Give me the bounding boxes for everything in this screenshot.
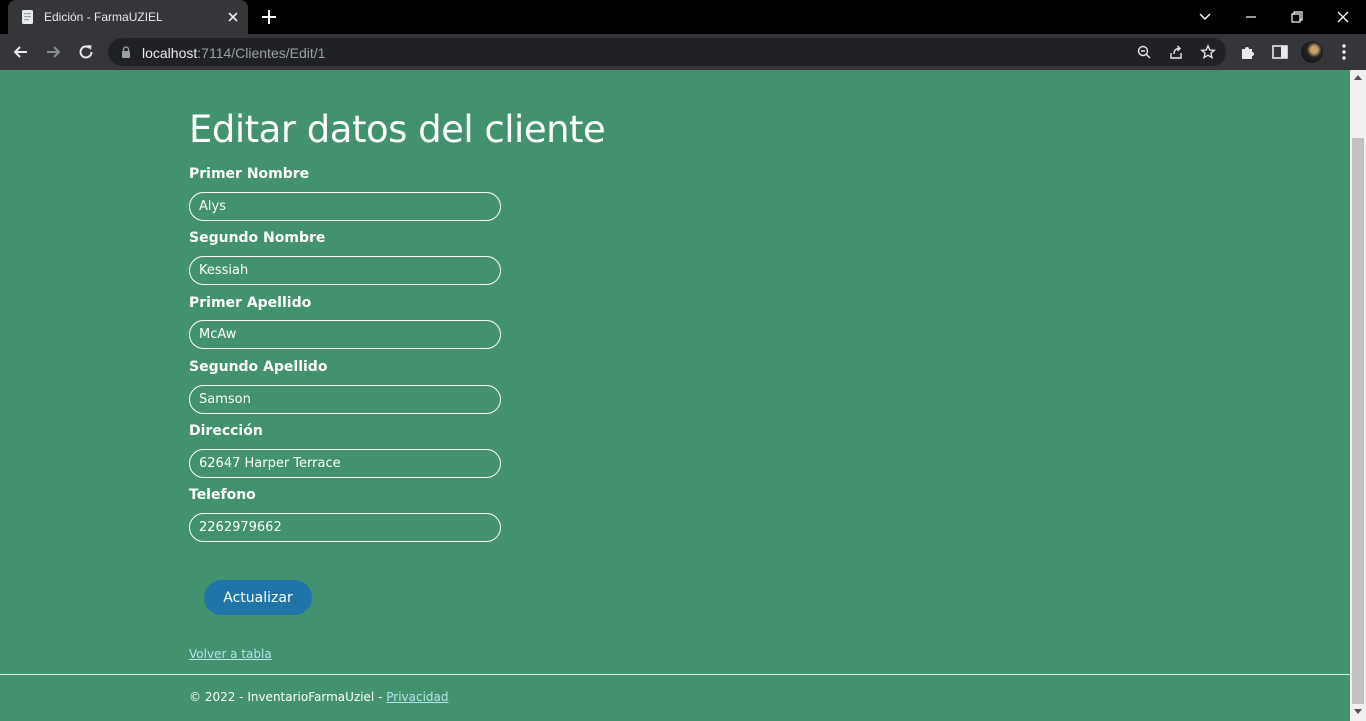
second-surname-input[interactable] <box>189 385 501 414</box>
first-surname-input[interactable] <box>189 320 501 349</box>
zoom-out-icon[interactable] <box>1136 44 1152 60</box>
update-button[interactable]: Actualizar <box>204 580 312 615</box>
address-bar[interactable]: localhost:7114/Clientes/Edit/1 <box>108 38 1226 66</box>
url-path: :7114/Clientes/Edit/1 <box>197 45 326 61</box>
arrow-left-icon[interactable] <box>11 42 31 62</box>
close-icon[interactable] <box>224 8 242 26</box>
privacy-link[interactable]: Privacidad <box>386 690 448 704</box>
puzzle-icon[interactable] <box>1238 42 1258 62</box>
address-input[interactable] <box>189 449 501 478</box>
tab-title: Edición - FarmaUZIEL <box>44 10 163 24</box>
second-name-label: Segundo Nombre <box>189 230 326 246</box>
second-name-input[interactable] <box>189 256 501 285</box>
page-footer: © 2022 - InventarioFarmaUziel - Privacid… <box>0 674 1350 721</box>
plus-icon[interactable] <box>259 7 279 27</box>
lock-icon[interactable] <box>120 46 132 58</box>
document-icon <box>22 10 33 24</box>
chevron-down-icon[interactable] <box>1194 6 1216 28</box>
first-name-input[interactable] <box>189 192 501 221</box>
side-panel-icon[interactable] <box>1270 42 1290 62</box>
reload-icon[interactable] <box>76 42 96 62</box>
back-to-table-link[interactable]: Volver a tabla <box>189 647 272 661</box>
star-icon[interactable] <box>1200 44 1216 60</box>
first-surname-label: Primer Apellido <box>189 295 312 311</box>
scroll-up-arrow-icon[interactable] <box>1354 75 1362 80</box>
restore-icon[interactable] <box>1286 6 1308 28</box>
footer-copyright: © 2022 - InventarioFarmaUziel - <box>189 690 387 704</box>
scrollbar-thumb[interactable] <box>1352 138 1364 704</box>
browser-tab[interactable]: Edición - FarmaUZIEL <box>8 0 248 34</box>
page-viewport: Editar datos del cliente Primer Nombre S… <box>0 70 1350 721</box>
page-title: Editar datos del cliente <box>189 108 606 151</box>
phone-input[interactable] <box>189 513 501 542</box>
scroll-down-arrow-icon[interactable] <box>1354 709 1362 714</box>
footer-text: © 2022 - InventarioFarmaUziel - Privacid… <box>189 690 449 704</box>
share-icon[interactable] <box>1168 44 1184 60</box>
browser-toolbar: localhost:7114/Clientes/Edit/1 <box>0 34 1366 70</box>
first-name-label: Primer Nombre <box>189 166 310 182</box>
url-host: localhost <box>142 45 198 61</box>
url-text[interactable]: localhost:7114/Clientes/Edit/1 <box>142 45 325 61</box>
kebab-menu-icon[interactable] <box>1334 42 1354 62</box>
address-label: Dirección <box>189 423 263 439</box>
arrow-right-icon[interactable] <box>43 42 63 62</box>
phone-label: Telefono <box>189 487 256 503</box>
tab-strip: Edición - FarmaUZIEL <box>0 0 1366 34</box>
profile-avatar[interactable] <box>1301 41 1323 63</box>
close-window-icon[interactable] <box>1332 6 1354 28</box>
scrollbar[interactable] <box>1350 70 1366 721</box>
minimize-icon[interactable] <box>1240 6 1262 28</box>
second-surname-label: Segundo Apellido <box>189 359 328 375</box>
